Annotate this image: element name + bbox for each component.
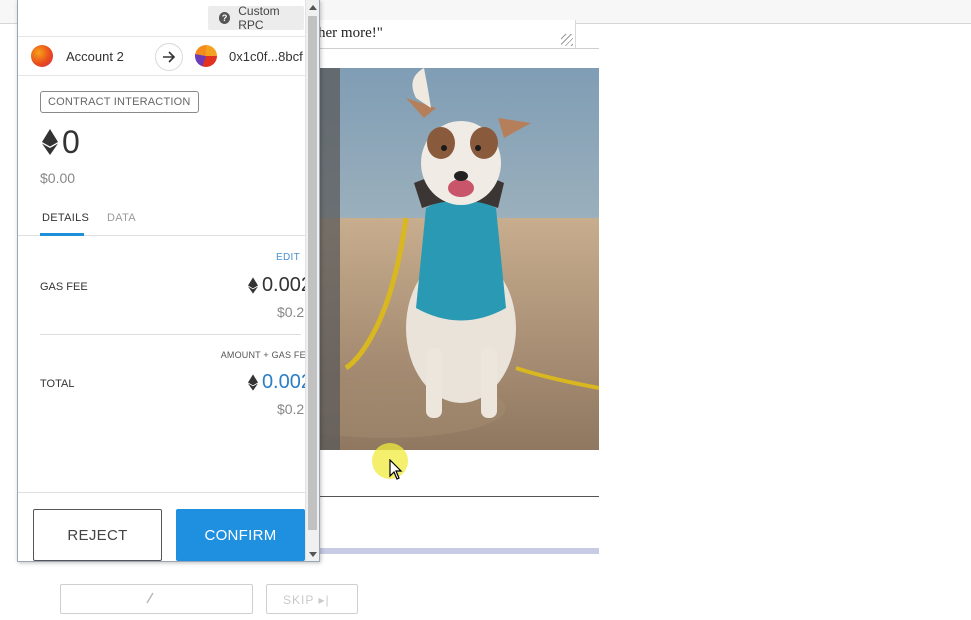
scrollbar[interactable]: [305, 0, 319, 561]
divider: [306, 48, 599, 49]
edit-gas-link[interactable]: EDIT: [276, 252, 300, 263]
contract-avatar: [195, 45, 217, 67]
total-label: TOTAL: [40, 378, 75, 390]
transaction-amount: 0: [42, 124, 80, 160]
total-eth: 0.002: [247, 371, 312, 394]
ethereum-icon: [42, 129, 58, 155]
skip-label: SKIP: [283, 593, 315, 607]
skip-icon: ▸|: [318, 593, 330, 607]
reject-button[interactable]: REJECT: [33, 509, 162, 561]
network-label: Custom RPC: [238, 4, 280, 32]
mouse-cursor-icon: [389, 459, 403, 480]
confirm-button[interactable]: CONFIRM: [176, 509, 305, 561]
ethereum-icon: [247, 374, 258, 391]
ethereum-icon: [247, 277, 258, 294]
tab-details[interactable]: DETAILS: [42, 212, 89, 224]
resize-handle-icon[interactable]: [561, 34, 573, 46]
progress-bar: [306, 548, 599, 554]
amount-value: 0: [62, 123, 80, 160]
tab-data[interactable]: DATA: [107, 212, 136, 224]
fiat-amount: $0.00: [40, 170, 76, 186]
detail-tabs: DETAILS DATA: [18, 203, 306, 236]
sender-recipient-row: Account 2 0x1c0f...8bcf: [18, 36, 306, 76]
caption-textarea[interactable]: her more!": [306, 20, 576, 49]
recipient-address[interactable]: 0x1c0f...8bcf: [229, 49, 303, 64]
help-icon: ?: [219, 12, 231, 24]
amount-plus-gas-caption: AMOUNT + GAS FEE: [220, 350, 312, 360]
action-footer: REJECT CONFIRM: [18, 492, 306, 561]
arrow-right-icon: [155, 43, 183, 71]
account-avatar: [31, 45, 53, 67]
scroll-down-icon[interactable]: [309, 552, 317, 557]
metamask-confirm-popup: ? Custom RPC Account 2 0x1c0f...8bcf CON…: [17, 0, 320, 562]
chevron-left-icon: [146, 592, 154, 604]
textarea-text: her more!": [318, 25, 383, 41]
divider: [306, 496, 599, 497]
contract-interaction-badge: CONTRACT INTERACTION: [40, 91, 199, 113]
divider: [40, 334, 301, 335]
scroll-thumb[interactable]: [308, 16, 317, 530]
back-button[interactable]: [60, 584, 253, 614]
dog-on-beach-image: [306, 68, 599, 450]
sender-account-name[interactable]: Account 2: [66, 49, 124, 64]
skip-button[interactable]: SKIP ▸|: [266, 584, 358, 614]
scroll-up-icon[interactable]: [309, 5, 317, 10]
active-tab-indicator: [40, 233, 84, 236]
gas-fee-label: GAS FEE: [40, 281, 88, 293]
gas-fee-eth: 0.002: [247, 274, 312, 297]
network-selector[interactable]: ? Custom RPC: [208, 4, 304, 32]
